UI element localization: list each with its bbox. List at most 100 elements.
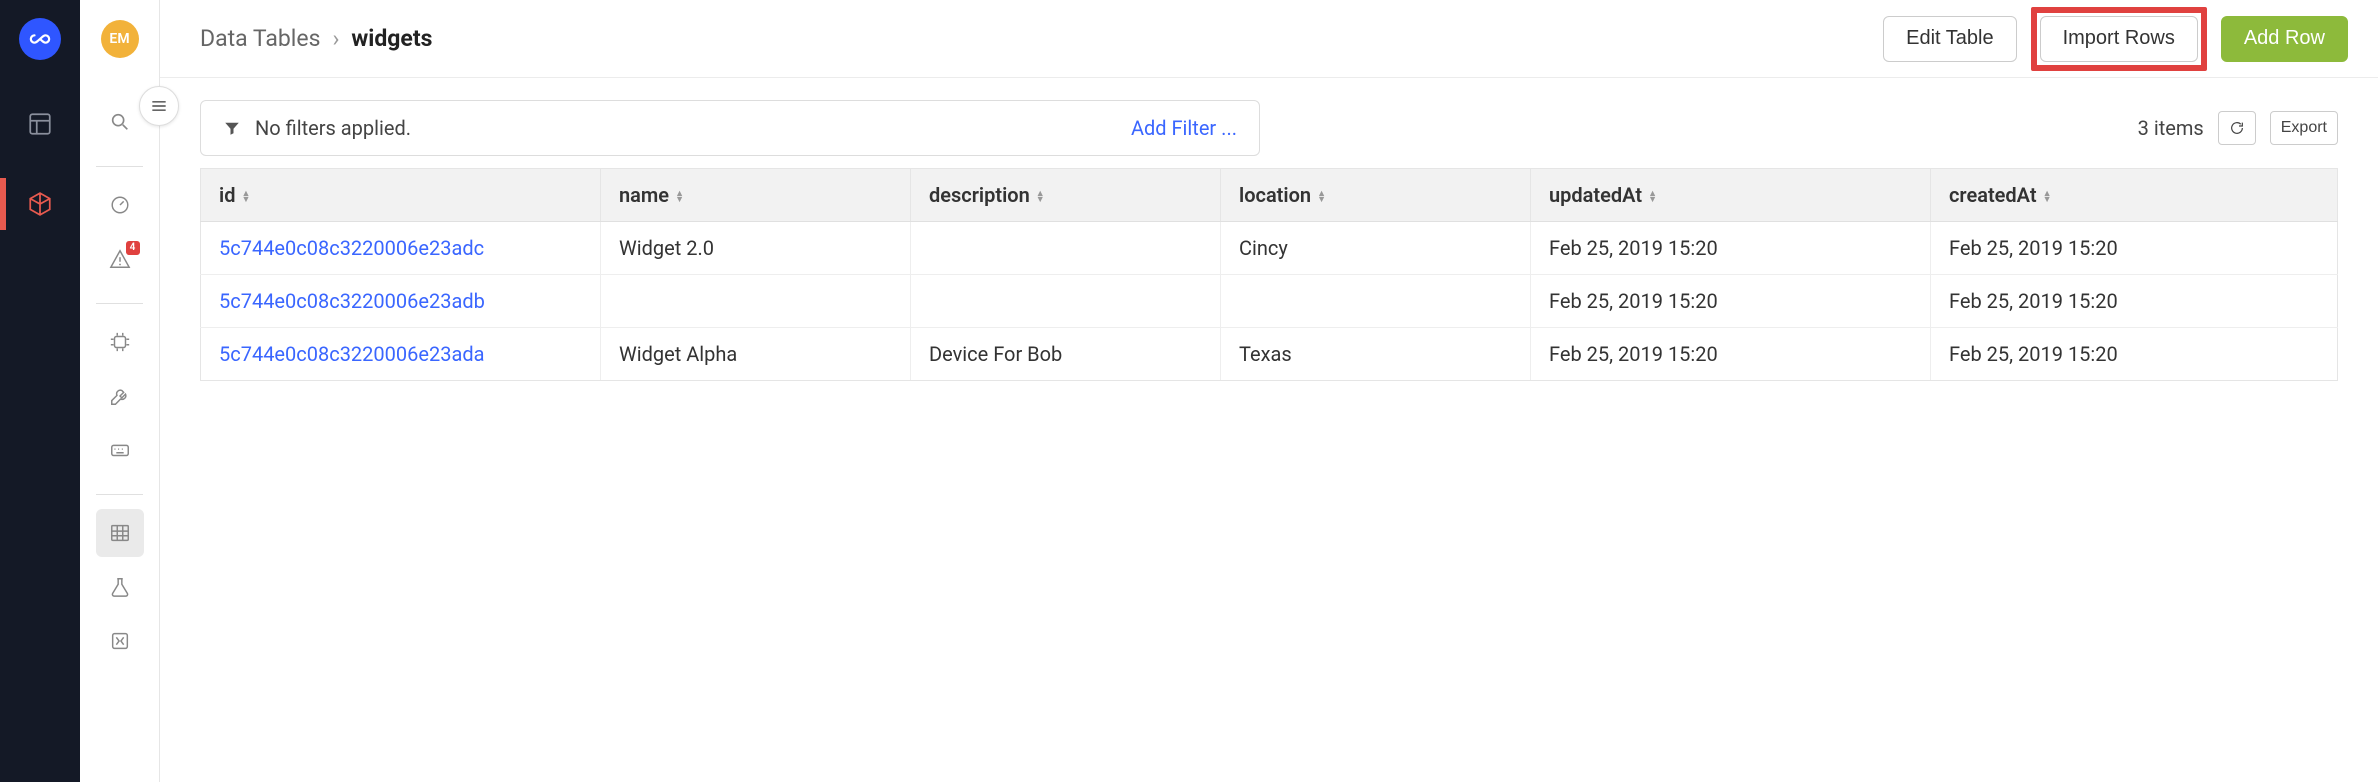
cell-updatedAt: Feb 25, 2019 15:20 [1531, 328, 1931, 381]
sidebar-item-devices[interactable] [96, 318, 144, 366]
cell-location: Texas [1221, 328, 1531, 381]
cell-description [911, 275, 1221, 328]
refresh-button[interactable] [2218, 111, 2256, 145]
toolbar-right: 3 items Export [2138, 111, 2338, 145]
sidebar-item-keyboard[interactable] [96, 426, 144, 474]
edit-table-button[interactable]: Edit Table [1883, 16, 2016, 62]
cell-createdAt: Feb 25, 2019 15:20 [1931, 222, 2338, 275]
cube-icon [27, 191, 53, 217]
primary-nav-rail [0, 0, 80, 782]
avatar-initials: EM [109, 31, 129, 47]
keyboard-icon [109, 439, 131, 461]
search-icon [109, 111, 131, 133]
breadcrumb-current: widgets [351, 25, 432, 52]
column-header-id[interactable]: id▲▼ [201, 169, 601, 222]
wrench-icon [109, 385, 131, 407]
nav-item-dashboard[interactable] [24, 108, 56, 140]
filter-box: No filters applied. Add Filter ... [200, 100, 1260, 156]
import-rows-button[interactable]: Import Rows [2040, 16, 2198, 62]
chip-icon [109, 331, 131, 353]
hamburger-icon [149, 96, 169, 116]
breadcrumb-separator: › [332, 25, 339, 52]
cell-name [601, 275, 911, 328]
column-header-updatedAt[interactable]: updatedAt▲▼ [1531, 169, 1931, 222]
cell-updatedAt: Feb 25, 2019 15:20 [1531, 275, 1931, 328]
cell-createdAt: Feb 25, 2019 15:20 [1931, 275, 2338, 328]
table-row[interactable]: 5c744e0c08c3220006e23adc Widget 2.0 Cincy F… [201, 222, 2338, 275]
cell-value: Feb 25, 2019 15:20 [1949, 289, 2118, 313]
table-row[interactable]: 5c744e0c08c3220006e23ada Widget Alpha Devi… [201, 328, 2338, 381]
flask-icon [109, 576, 131, 598]
sidebar-item-tools[interactable] [96, 372, 144, 420]
avatar[interactable]: EM [101, 20, 139, 58]
table-body: 5c744e0c08c3220006e23adc Widget 2.0 Cincy F… [201, 222, 2338, 381]
breadcrumb-root[interactable]: Data Tables [200, 25, 320, 52]
cell-description [911, 222, 1221, 275]
refresh-icon [2229, 120, 2245, 136]
add-filter-button[interactable]: Add Filter ... [1131, 116, 1237, 140]
cell-value: Texas [1239, 342, 1292, 366]
cell-location: Cincy [1221, 222, 1531, 275]
column-header-label: description [929, 183, 1030, 207]
cell-value: Feb 25, 2019 15:20 [1549, 236, 1718, 260]
sidebar-item-experiments[interactable] [96, 563, 144, 611]
cell-updatedAt: Feb 25, 2019 15:20 [1531, 222, 1931, 275]
sidebar-divider [96, 494, 143, 495]
column-header-label: name [619, 183, 669, 207]
cell-location [1221, 275, 1531, 328]
sidebar-item-overview[interactable] [96, 181, 144, 229]
secondary-sidebar: EM 4 [80, 0, 160, 782]
puzzle-icon [109, 630, 131, 652]
column-header-label: id [219, 183, 235, 207]
item-count-text: 3 items [2138, 116, 2204, 140]
cell-id[interactable]: 5c744e0c08c3220006e23ada [201, 328, 601, 381]
add-row-button[interactable]: Add Row [2221, 16, 2348, 62]
sidebar-item-search[interactable] [96, 98, 144, 146]
row-id-link: 5c744e0c08c3220006e23adc [219, 236, 484, 260]
cell-value: Feb 25, 2019 15:20 [1949, 342, 2118, 366]
column-header-createdAt[interactable]: createdAt ▲▼ [1931, 169, 2338, 222]
sidebar-item-data-tables[interactable] [96, 509, 144, 557]
cell-name: Widget 2.0 [601, 222, 911, 275]
row-id-link: 5c744e0c08c3220006e23adb [219, 289, 485, 313]
cell-value: Cincy [1239, 236, 1288, 260]
infinity-icon [29, 28, 51, 50]
import-rows-highlight: Import Rows [2031, 7, 2207, 71]
alert-count-badge: 4 [126, 241, 140, 255]
nav-item-data[interactable] [24, 188, 56, 220]
sidebar-item-integrations[interactable] [96, 617, 144, 665]
cell-createdAt: Feb 25, 2019 15:20 [1931, 328, 2338, 381]
export-button[interactable]: Export [2270, 111, 2338, 145]
sidebar-divider [96, 166, 143, 167]
cell-id[interactable]: 5c744e0c08c3220006e23adb [201, 275, 601, 328]
sidebar-toggle-button[interactable] [139, 86, 179, 126]
topbar: Data Tables › widgets Edit Table Import … [160, 0, 2378, 78]
sort-icon: ▲▼ [1317, 191, 1326, 203]
cell-id[interactable]: 5c744e0c08c3220006e23adc [201, 222, 601, 275]
sidebar-divider [96, 303, 143, 304]
column-header-label: createdAt [1949, 183, 2037, 207]
app-logo[interactable] [19, 18, 61, 60]
table-row[interactable]: 5c744e0c08c3220006e23adb Feb 25, 2019 15:… [201, 275, 2338, 328]
column-header-location[interactable]: location▲▼ [1221, 169, 1531, 222]
cell-name: Widget Alpha [601, 328, 911, 381]
breadcrumb: Data Tables › widgets [200, 25, 432, 52]
cell-value: Device For Bob [929, 342, 1062, 366]
sort-icon: ▲▼ [1036, 191, 1045, 203]
table-icon [109, 522, 131, 544]
sort-icon: ▲▼ [675, 191, 684, 203]
sort-icon: ▲▼ [2043, 191, 2052, 203]
dashboard-icon [27, 111, 53, 137]
column-header-description[interactable]: description ▲▼ [911, 169, 1221, 222]
table-wrap: id▲▼name▲▼description▲▼location▲▼updated… [160, 168, 2378, 381]
filter-icon [223, 119, 241, 137]
sidebar-item-alerts[interactable]: 4 [96, 235, 144, 283]
row-id-link: 5c744e0c08c3220006e23ada [219, 342, 485, 366]
cell-value: Feb 25, 2019 15:20 [1549, 342, 1718, 366]
gauge-icon [109, 194, 131, 216]
column-header-name[interactable]: name ▲▼ [601, 169, 911, 222]
table-head: id▲▼name▲▼description▲▼location▲▼updated… [201, 169, 2338, 222]
data-table: id▲▼name▲▼description▲▼location▲▼updated… [200, 168, 2338, 381]
main-content: Data Tables › widgets Edit Table Import … [160, 0, 2378, 782]
filter-status-text: No filters applied. [255, 116, 411, 140]
